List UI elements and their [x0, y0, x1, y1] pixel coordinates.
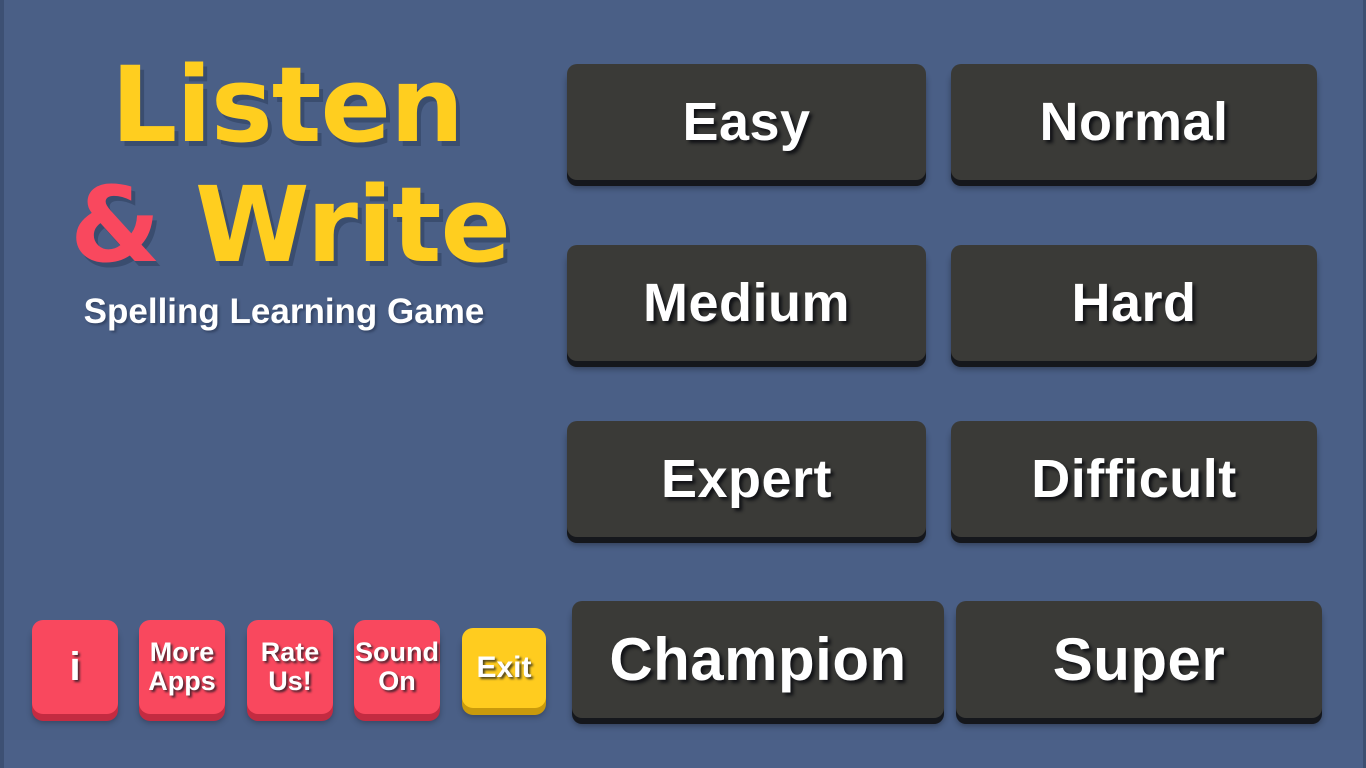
- bottom-strip: [4, 740, 1363, 768]
- game-title-write: Write: [194, 163, 511, 286]
- game-main-menu: Listen & Write Spelling Learning Game Ea…: [0, 0, 1366, 768]
- more-apps-button[interactable]: More Apps: [139, 620, 225, 714]
- difficulty-button-super[interactable]: Super: [956, 601, 1322, 718]
- difficulty-button-expert[interactable]: Expert: [567, 421, 926, 537]
- difficulty-button-easy-label: Easy: [682, 92, 811, 152]
- difficulty-button-expert-label: Expert: [660, 449, 833, 509]
- exit-label: Exit: [476, 651, 532, 685]
- exit-button[interactable]: Exit: [462, 628, 546, 708]
- difficulty-button-hard-label: Hard: [1071, 273, 1197, 333]
- difficulty-button-difficult-label: Difficult: [1031, 449, 1237, 509]
- difficulty-button-difficult[interactable]: Difficult: [951, 421, 1317, 537]
- rate-us-button[interactable]: Rate Us!: [247, 620, 333, 714]
- difficulty-button-easy[interactable]: Easy: [567, 64, 926, 180]
- more-apps-label: More Apps: [148, 637, 216, 696]
- difficulty-button-hard[interactable]: Hard: [951, 245, 1317, 361]
- difficulty-button-medium[interactable]: Medium: [567, 245, 926, 361]
- sound-toggle-label: Sound On: [355, 637, 439, 696]
- difficulty-button-champion-label: Champion: [609, 626, 907, 693]
- game-title-line-2: & Write: [4, 173, 564, 277]
- sound-toggle-button[interactable]: Sound On: [354, 620, 440, 714]
- difficulty-button-normal-label: Normal: [1039, 92, 1229, 152]
- game-subtitle: Spelling Learning Game: [83, 291, 485, 331]
- rate-us-label: Rate Us!: [260, 637, 320, 696]
- difficulty-button-champion[interactable]: Champion: [572, 601, 944, 718]
- game-title-line-1: Listen: [110, 44, 464, 166]
- info-button[interactable]: i: [32, 620, 118, 714]
- branding-block: Listen & Write Spelling Learning Game: [4, 44, 564, 332]
- ampersand-glyph: &: [70, 163, 161, 286]
- difficulty-button-super-label: Super: [1052, 626, 1226, 693]
- difficulty-button-normal[interactable]: Normal: [951, 64, 1317, 180]
- difficulty-button-medium-label: Medium: [642, 273, 850, 333]
- info-icon: i: [69, 644, 81, 689]
